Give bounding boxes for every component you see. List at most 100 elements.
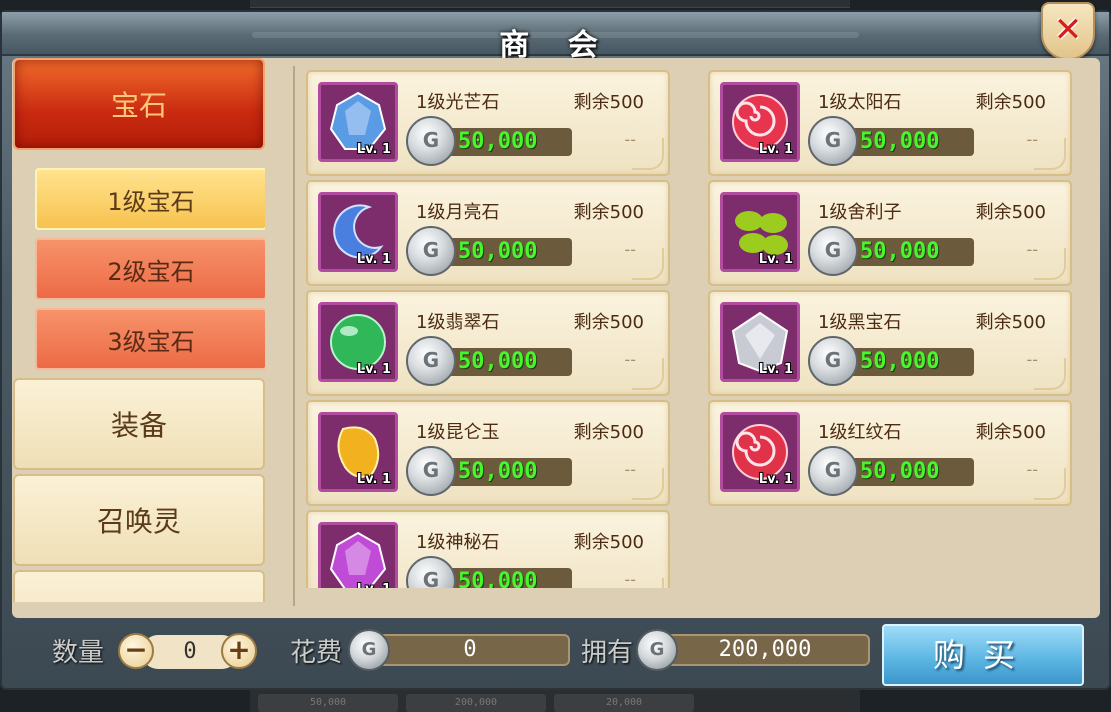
background-strip-top: [250, 0, 850, 8]
silver-coin-icon: [348, 629, 390, 671]
subcategory-label: 1级宝石: [107, 187, 195, 216]
category-gems-label: 宝石: [110, 89, 167, 122]
item-stock: 剩余500: [573, 92, 644, 113]
shop-item-card[interactable]: Lv. 1 1级红纹石 剩余500 50,000 --: [708, 400, 1072, 506]
crescent-moon-gem-icon: Lv. 1: [318, 192, 398, 272]
item-discount-placeholder: --: [624, 130, 636, 149]
item-price: 50,000: [860, 349, 940, 374]
silver-coin-icon: [636, 629, 678, 671]
item-level: Lv. 1: [356, 252, 391, 267]
red-pattern-gem-icon: Lv. 1: [720, 412, 800, 492]
silver-coin-icon: [808, 226, 858, 276]
shop-item-card[interactable]: Lv. 1 1级黑宝石 剩余500 50,000 --: [708, 290, 1072, 396]
red-swirl-gem-icon: Lv. 1: [720, 82, 800, 162]
silver-coin-icon: [808, 116, 858, 166]
item-discount-placeholder: --: [1026, 460, 1038, 479]
category-label: 召唤灵: [96, 505, 181, 538]
increase-quantity-button[interactable]: +: [221, 633, 257, 669]
category-equipment[interactable]: 装备: [13, 378, 265, 470]
yellow-jade-icon: Lv. 1: [318, 412, 398, 492]
item-name: 1级光芒石: [416, 92, 500, 113]
item-discount-placeholder: --: [624, 570, 636, 588]
item-level: Lv. 1: [758, 472, 793, 487]
item-name: 1级红纹石: [818, 422, 902, 443]
item-price: 50,000: [860, 239, 940, 264]
silver-coin-icon: [808, 446, 858, 496]
item-stock: 剩余500: [975, 422, 1046, 443]
item-level: Lv. 1: [356, 362, 391, 377]
item-price: 50,000: [860, 129, 940, 154]
shop-item-card[interactable]: Lv. 1 1级舍利子 剩余500 50,000 --: [708, 180, 1072, 286]
item-stock: 剩余500: [573, 422, 644, 443]
item-stock: 剩余500: [975, 92, 1046, 113]
shop-item-card[interactable]: Lv. 1 1级光芒石 剩余500 50,000 --: [306, 70, 670, 176]
item-discount-placeholder: --: [624, 460, 636, 479]
item-name: 1级舍利子: [818, 202, 902, 223]
cost-label: 花费: [290, 638, 343, 668]
item-discount-placeholder: --: [1026, 350, 1038, 369]
shop-item-card[interactable]: Lv. 1 1级翡翠石 剩余500 50,000 --: [306, 290, 670, 396]
item-level: Lv. 1: [758, 362, 793, 377]
green-beads-icon: Lv. 1: [720, 192, 800, 272]
shop-item-card[interactable]: Lv. 1 1级神秘石 剩余500 50,000 --: [306, 510, 670, 588]
item-stock: 剩余500: [573, 532, 644, 553]
item-name: 1级月亮石: [416, 202, 500, 223]
subcategory-label: 2级宝石: [107, 257, 195, 286]
silver-coin-icon: [808, 336, 858, 386]
purple-crystal-gem-icon: Lv. 1: [318, 522, 398, 588]
silver-coin-icon: [406, 226, 456, 276]
item-stock: 剩余500: [975, 202, 1046, 223]
item-grid: Lv. 1 1级光芒石 剩余500 50,000 -- Lv. 1 1级太阳石 …: [306, 60, 1076, 588]
category-gems[interactable]: 宝石: [13, 58, 265, 150]
panel-divider: [293, 66, 295, 606]
item-level: Lv. 1: [356, 472, 391, 487]
item-name: 1级昆仑玉: [416, 422, 500, 443]
subcategory-gem-level-1[interactable]: 1级宝石: [35, 168, 265, 230]
item-stock: 剩余500: [975, 312, 1046, 333]
item-name: 1级黑宝石: [818, 312, 902, 333]
item-stock: 剩余500: [573, 202, 644, 223]
background-chip: 20,000: [554, 694, 694, 712]
category-sidebar: 宝石 1级宝石 2级宝石 3级宝石 装备 召唤灵 其他: [13, 56, 265, 602]
silver-coin-icon: [406, 556, 456, 588]
buy-button[interactable]: 购买: [882, 624, 1084, 686]
background-chip: 200,000: [406, 694, 546, 712]
item-level: Lv. 1: [758, 142, 793, 157]
item-price: 50,000: [458, 349, 538, 374]
owned-label: 拥有: [581, 638, 634, 668]
category-summon-spirit[interactable]: 召唤灵: [13, 474, 265, 566]
owned-value: 200,000: [660, 634, 870, 666]
background-chip: 50,000: [258, 694, 398, 712]
blue-crystal-gem-icon: Lv. 1: [318, 82, 398, 162]
quantity-label: 数量: [52, 638, 105, 668]
item-price: 50,000: [458, 459, 538, 484]
item-price: 50,000: [458, 239, 538, 264]
close-button[interactable]: ✕: [1041, 2, 1095, 60]
category-label: 装备: [110, 409, 167, 442]
item-price: 50,000: [458, 129, 538, 154]
item-discount-placeholder: --: [624, 240, 636, 259]
item-price: 50,000: [458, 569, 538, 588]
category-other[interactable]: 其他: [13, 570, 265, 602]
subcategory-gem-level-2[interactable]: 2级宝石: [35, 238, 265, 300]
category-label: 其他: [111, 600, 167, 602]
item-level: Lv. 1: [356, 142, 391, 157]
shop-item-card[interactable]: Lv. 1 1级太阳石 剩余500 50,000 --: [708, 70, 1072, 176]
item-discount-placeholder: --: [1026, 130, 1038, 149]
shop-item-card[interactable]: Lv. 1 1级月亮石 剩余500 50,000 --: [306, 180, 670, 286]
item-name: 1级神秘石: [416, 532, 500, 553]
item-stock: 剩余500: [573, 312, 644, 333]
background-strip-bottom: 50,000 200,000 20,000: [250, 690, 860, 712]
close-icon: ✕: [1053, 10, 1083, 50]
subcategory-gem-level-3[interactable]: 3级宝石: [35, 308, 265, 370]
item-name: 1级翡翠石: [416, 312, 500, 333]
shop-item-card[interactable]: Lv. 1 1级昆仑玉 剩余500 50,000 --: [306, 400, 670, 506]
decrease-quantity-button[interactable]: −: [118, 633, 154, 669]
item-discount-placeholder: --: [1026, 240, 1038, 259]
item-price: 50,000: [860, 459, 940, 484]
item-discount-placeholder: --: [624, 350, 636, 369]
silver-coin-icon: [406, 116, 456, 166]
silver-coin-icon: [406, 446, 456, 496]
purchase-bar: 数量 0 − + 花费 0 拥有 200,000 购买: [0, 620, 1111, 690]
item-name: 1级太阳石: [818, 92, 902, 113]
